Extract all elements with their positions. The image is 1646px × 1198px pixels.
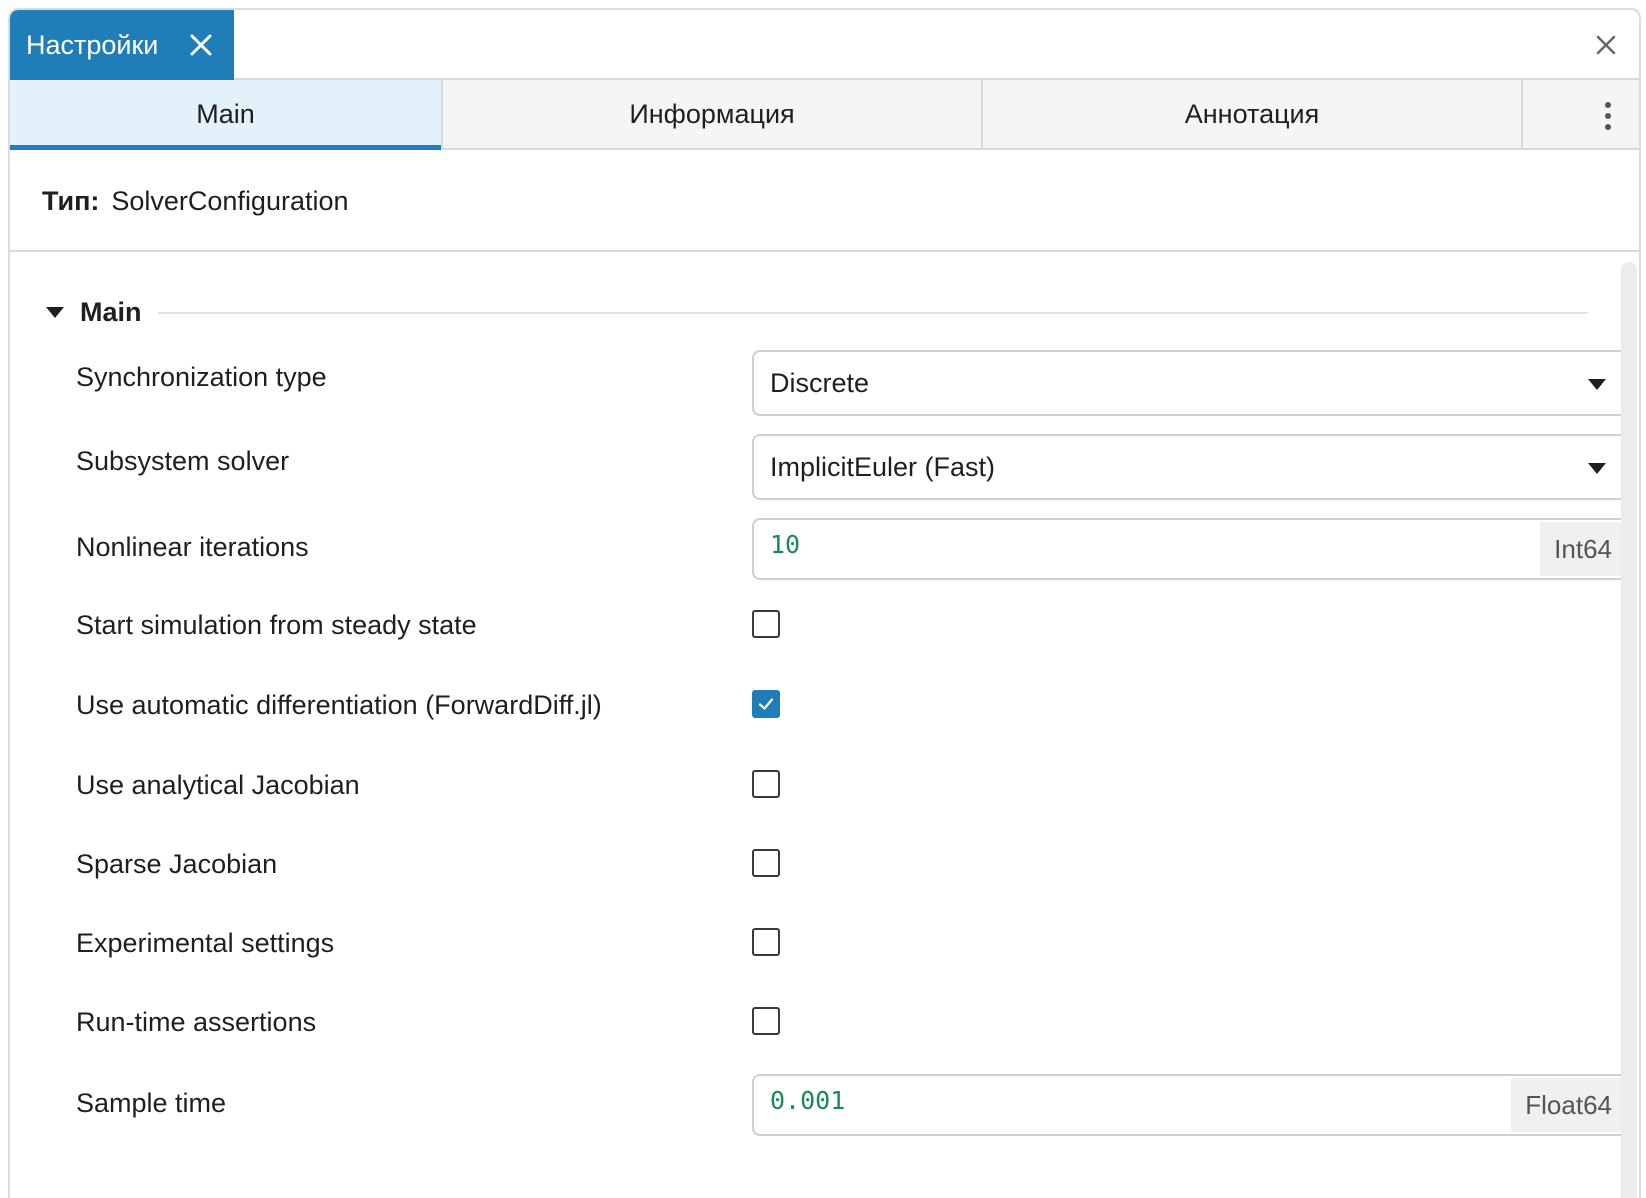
sync-type-value: Discrete bbox=[770, 367, 870, 398]
sync-type-select[interactable]: Discrete bbox=[752, 350, 1630, 416]
nonlinear-iterations-label: Nonlinear iterations bbox=[76, 532, 309, 562]
section-divider bbox=[158, 312, 1588, 314]
sample-time-label: Sample time bbox=[76, 1088, 227, 1118]
sample-time-value[interactable]: 0.001 bbox=[770, 1086, 845, 1115]
subsystem-solver-select[interactable]: ImplicitEuler (Fast) bbox=[752, 434, 1630, 500]
subsystem-solver-label: Subsystem solver bbox=[76, 446, 290, 476]
settings-content: Main Synchronization type Discrete Subsy… bbox=[10, 254, 1630, 1198]
tab-annotation[interactable]: Аннотация bbox=[983, 80, 1523, 148]
subsystem-solver-value: ImplicitEuler (Fast) bbox=[770, 451, 996, 482]
autodiff-checkbox[interactable] bbox=[752, 690, 780, 718]
sparse-jacobian-checkbox[interactable] bbox=[752, 849, 780, 877]
type-row: Тип: SolverConfiguration bbox=[10, 152, 1639, 252]
sync-type-label: Synchronization type bbox=[76, 362, 327, 392]
sparse-jacobian-label: Sparse Jacobian bbox=[76, 849, 278, 879]
analytical-jacobian-checkbox[interactable] bbox=[752, 770, 780, 798]
tab-annotation-label: Аннотация bbox=[1184, 98, 1320, 129]
type-badge-float64: Float64 bbox=[1511, 1078, 1626, 1132]
section-title: Main bbox=[80, 296, 142, 327]
nonlinear-iterations-input[interactable]: 10 Int64 bbox=[752, 518, 1630, 580]
panel-titlebar: Настройки bbox=[10, 10, 1639, 80]
close-icon[interactable] bbox=[188, 32, 214, 58]
steady-state-label: Start simulation from steady state bbox=[76, 610, 477, 640]
settings-panel: Настройки Main Информация Аннотация Тип:… bbox=[8, 8, 1641, 1198]
experimental-label: Experimental settings bbox=[76, 928, 335, 958]
autodiff-label: Use automatic differentiation (ForwardDi… bbox=[76, 690, 602, 720]
tab-information[interactable]: Информация bbox=[443, 80, 983, 148]
experimental-checkbox[interactable] bbox=[752, 928, 780, 956]
type-value: SolverConfiguration bbox=[111, 185, 349, 216]
tab-main[interactable]: Main bbox=[10, 80, 443, 150]
settings-tab[interactable]: Настройки bbox=[10, 10, 234, 80]
runtime-assertions-checkbox[interactable] bbox=[752, 1007, 780, 1035]
type-badge-int64: Int64 bbox=[1540, 522, 1626, 576]
chevron-down-icon bbox=[1588, 463, 1606, 474]
tab-main-label: Main bbox=[196, 98, 255, 129]
checkmark-icon bbox=[758, 698, 774, 710]
nonlinear-iterations-value[interactable]: 10 bbox=[770, 530, 800, 559]
chevron-down-icon bbox=[1588, 379, 1606, 390]
section-tabs: Main Информация Аннотация bbox=[10, 80, 1639, 150]
sample-time-input[interactable]: 0.001 Float64 bbox=[752, 1074, 1630, 1136]
close-icon[interactable] bbox=[1595, 34, 1617, 56]
analytical-jacobian-label: Use analytical Jacobian bbox=[76, 770, 360, 800]
tab-information-label: Информация bbox=[629, 98, 795, 129]
settings-tab-label: Настройки bbox=[26, 29, 159, 60]
scrollbar[interactable] bbox=[1621, 262, 1637, 1198]
runtime-assertions-label: Run-time assertions bbox=[76, 1007, 317, 1037]
steady-state-checkbox[interactable] bbox=[752, 610, 780, 638]
type-label: Тип: bbox=[42, 185, 100, 216]
caret-down-icon[interactable] bbox=[46, 306, 64, 318]
more-vertical-icon[interactable] bbox=[1603, 102, 1613, 132]
section-header[interactable]: Main bbox=[46, 294, 142, 330]
